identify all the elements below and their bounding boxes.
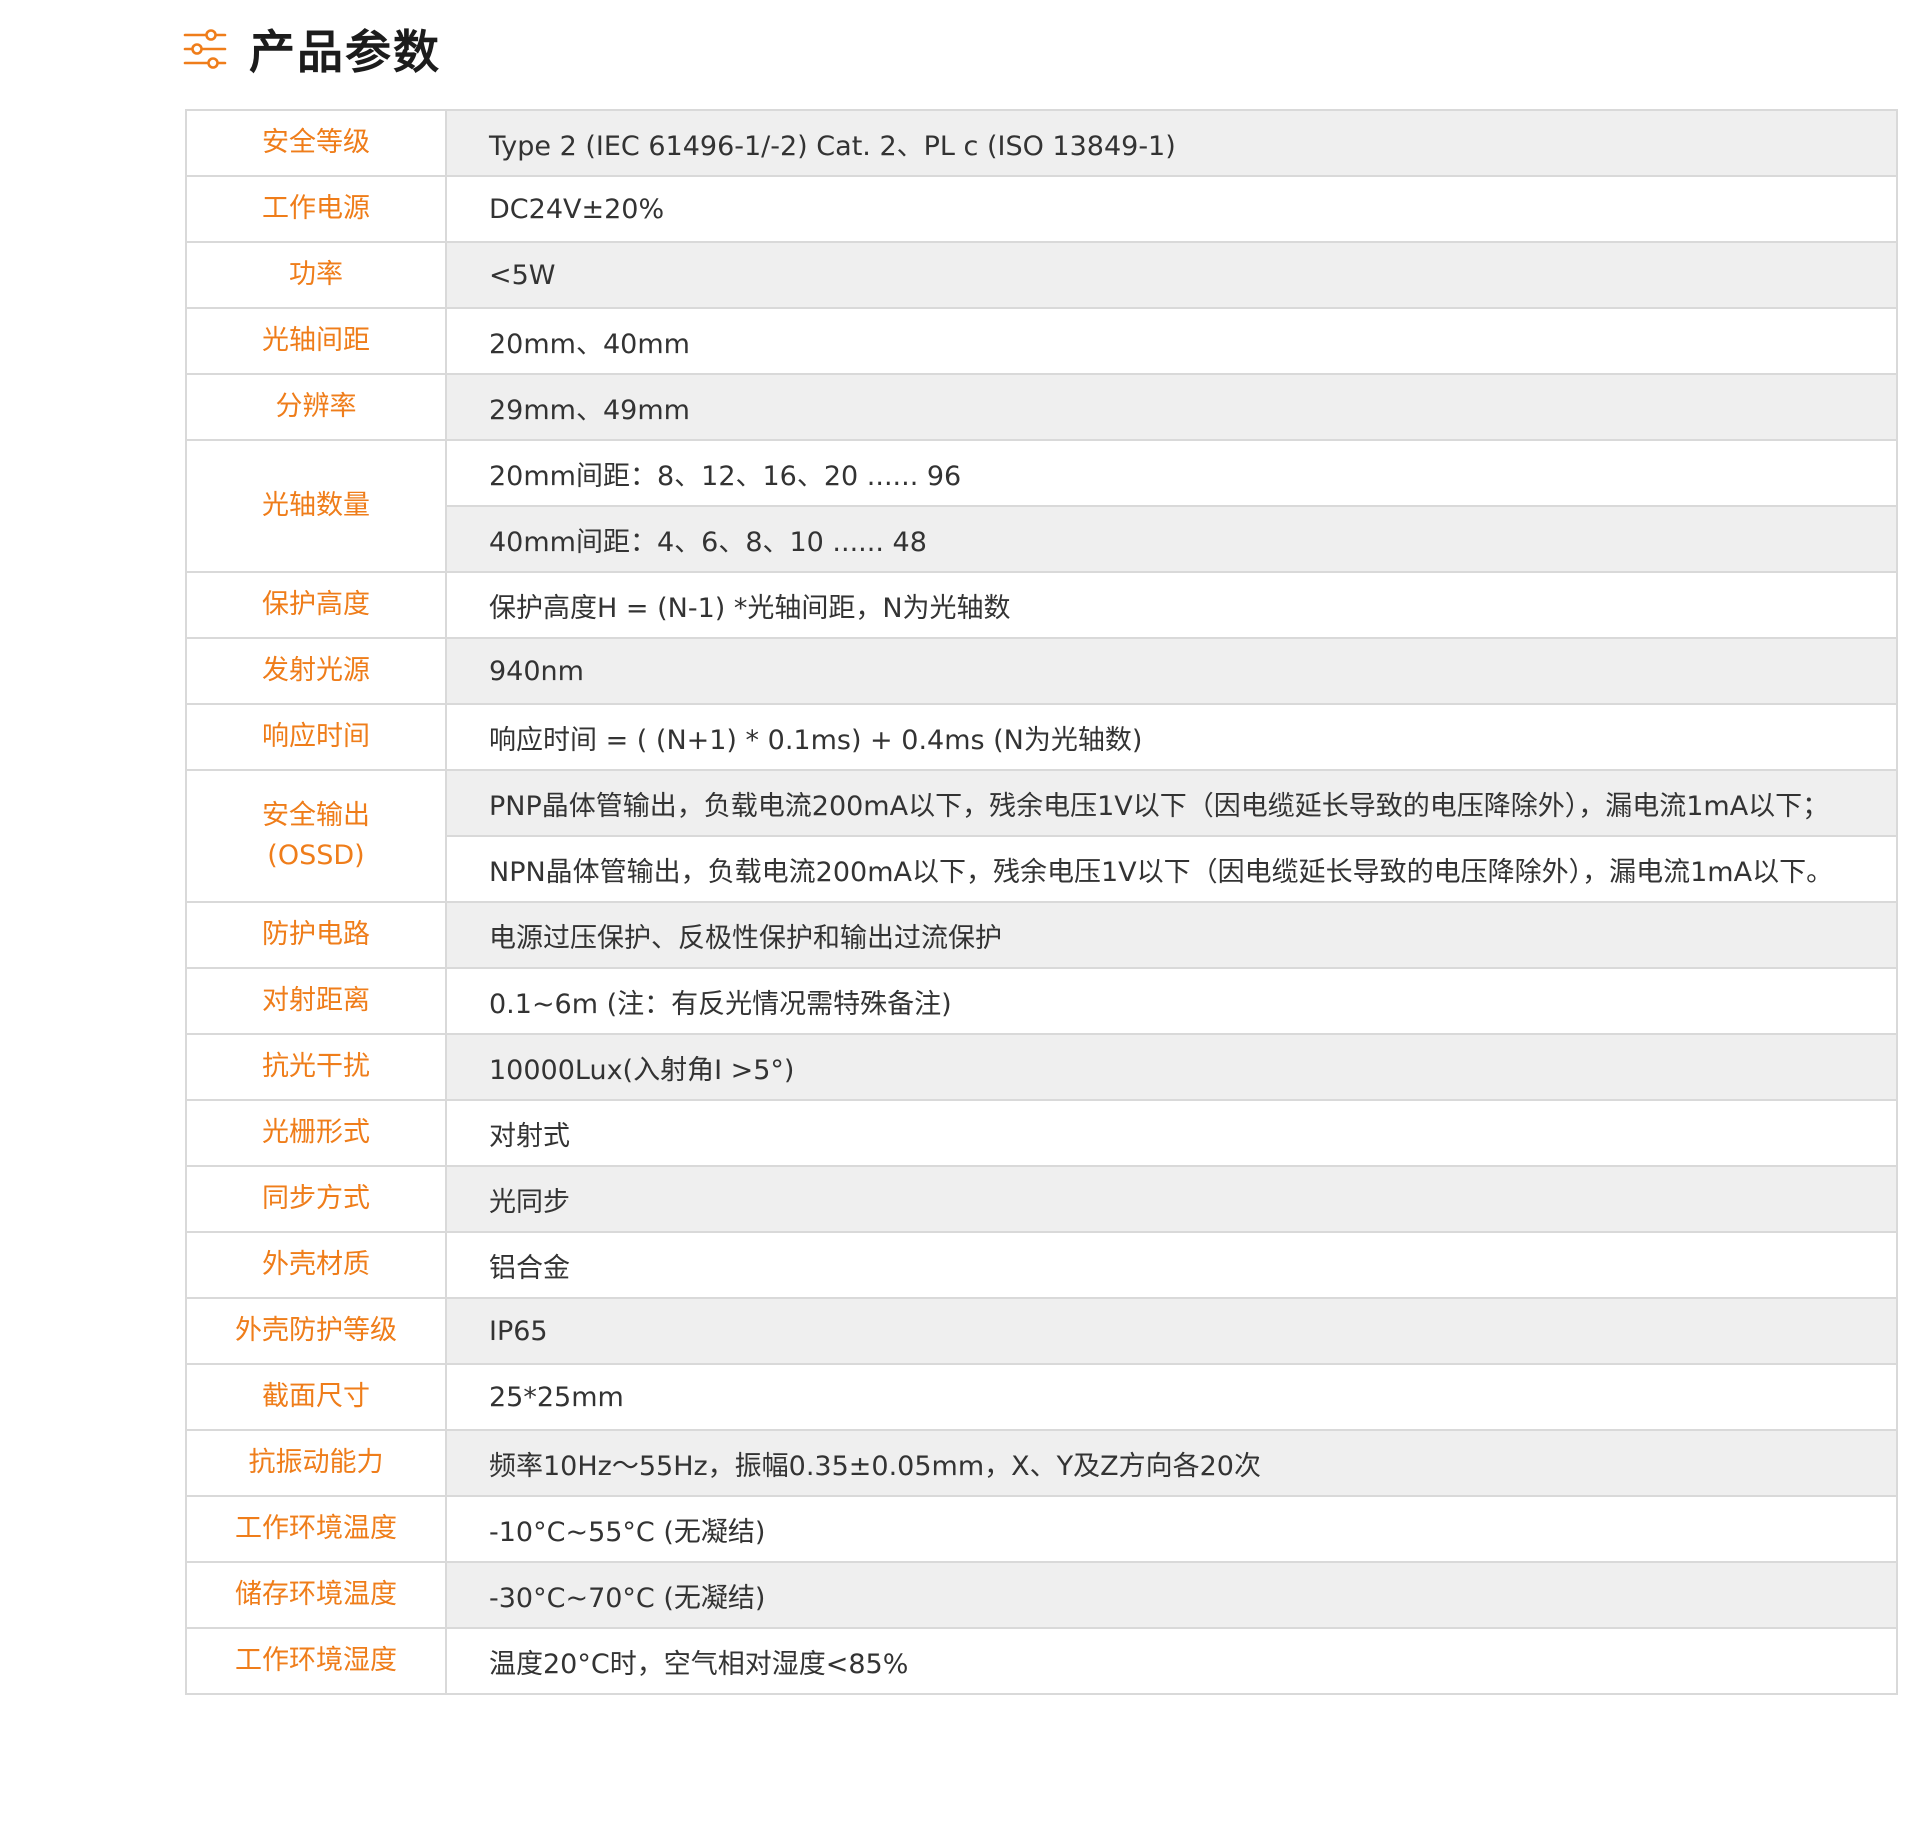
spec-label-text: 发射光源 [262,655,370,686]
spec-label: 光轴数量 [185,439,447,573]
spec-label-text: 工作环境湿度 [235,1645,397,1676]
spec-label: 储存环境温度 [185,1561,447,1629]
spec-value: NPN晶体管输出，负载电流200mA以下，残余电压1V以下（因电缆延长导致的电压… [445,835,1898,903]
spec-value: DC24V±20% [445,175,1898,243]
spec-label: 保护高度 [185,571,447,639]
spec-label: 抗光干扰 [185,1033,447,1101]
table-row: 截面尺寸 25*25mm [185,1363,1898,1431]
spec-label: 外壳防护等级 [185,1297,447,1365]
spec-value: 响应时间 = ( (N+1) * 0.1ms) + 0.4ms (N为光轴数) [445,703,1898,771]
spec-label: 工作电源 [185,175,447,243]
spec-value: -30°C~70°C (无凝结) [445,1561,1898,1629]
table-row: 分辨率 29mm、49mm [185,373,1898,441]
spec-label: 外壳材质 [185,1231,447,1299]
spec-label: 抗振动能力 [185,1429,447,1497]
table-row: 工作电源 DC24V±20% [185,175,1898,243]
spec-label-text: 对射距离 [262,985,370,1016]
spec-value: 20mm间距：8、12、16、20 ...... 96 [445,439,1898,507]
spec-value: -10°C~55°C (无凝结) [445,1495,1898,1563]
spec-label-text: 抗振动能力 [248,1447,384,1478]
spec-label: 功率 [185,241,447,309]
table-row: 储存环境温度 -30°C~70°C (无凝结) [185,1561,1898,1629]
spec-value: IP65 [445,1297,1898,1365]
table-row: 外壳材质 铝合金 [185,1231,1898,1299]
spec-label-subtext: (OSSD) [267,840,365,871]
table-row: 安全等级 Type 2 (IEC 61496-1/-2) Cat. 2、PL c … [185,109,1898,177]
table-row: 工作环境温度 -10°C~55°C (无凝结) [185,1495,1898,1563]
table-row: 保护高度 保护高度H = (N-1) *光轴间距，N为光轴数 [185,571,1898,639]
spec-value: 29mm、49mm [445,373,1898,441]
spec-value: 25*25mm [445,1363,1898,1431]
table-row: 响应时间 响应时间 = ( (N+1) * 0.1ms) + 0.4ms (N为光… [185,703,1898,771]
table-row: 发射光源 940nm [185,637,1898,705]
spec-label-text: 防护电路 [262,919,370,950]
table-row: 同步方式 光同步 [185,1165,1898,1233]
spec-label: 安全输出 (OSSD) [185,769,447,903]
spec-label-text: 响应时间 [262,721,370,752]
spec-table-body: 安全等级 Type 2 (IEC 61496-1/-2) Cat. 2、PL c … [185,109,1898,1695]
spec-label-text: 抗光干扰 [262,1051,370,1082]
spec-label: 分辨率 [185,373,447,441]
spec-label: 安全等级 [185,109,447,177]
spec-label: 响应时间 [185,703,447,771]
spec-label: 工作环境湿度 [185,1627,447,1695]
spec-value: 电源过压保护、反极性保护和输出过流保护 [445,901,1898,969]
spec-value: 对射式 [445,1099,1898,1167]
spec-value: 940nm [445,637,1898,705]
spec-label-text: 保护高度 [262,589,370,620]
table-row: 工作环境湿度 温度20°C时，空气相对湿度<85% [185,1627,1898,1695]
table-row: 光轴数量 20mm间距：8、12、16、20 ...... 96 [185,439,1898,573]
table-row: 安全输出 (OSSD) PNP晶体管输出，负载电流200mA以下，残余电压1V以下（… [185,769,1898,903]
table-row: 外壳防护等级 IP65 [185,1297,1898,1365]
spec-label-text: 光栅形式 [262,1117,370,1148]
sliders-icon [183,29,227,69]
spec-value: Type 2 (IEC 61496-1/-2) Cat. 2、PL c (ISO… [445,109,1898,177]
table-row: 抗光干扰 10000Lux(入射角I >5°) [185,1033,1898,1101]
spec-label: 同步方式 [185,1165,447,1233]
spec-label-text: 储存环境温度 [235,1579,397,1610]
spec-label-text: 功率 [289,259,343,290]
spec-label-text: 同步方式 [262,1183,370,1214]
table-row: 对射距离 0.1~6m (注：有反光情况需特殊备注) [185,967,1898,1035]
spec-value: <5W [445,241,1898,309]
spec-value: 10000Lux(入射角I >5°) [445,1033,1898,1101]
table-row: 防护电路 电源过压保护、反极性保护和输出过流保护 [185,901,1898,969]
spec-value: 温度20°C时，空气相对湿度<85% [445,1627,1898,1695]
table-row: 光轴间距 20mm、40mm [185,307,1898,375]
spec-label-text: 光轴数量 [262,490,370,521]
spec-value: 40mm间距：4、6、8、10 ...... 48 [445,505,1898,573]
spec-label-text: 分辨率 [275,391,357,422]
spec-value: 频率10Hz～55Hz，振幅0.35±0.05mm，X、Y及Z方向各20次 [445,1429,1898,1497]
spec-label: 光轴间距 [185,307,447,375]
spec-label-text: 安全等级 [262,127,370,158]
spec-label-text: 安全输出 [262,800,370,831]
spec-value: PNP晶体管输出，负载电流200mA以下，残余电压1V以下（因电缆延长导致的电压… [445,769,1898,837]
spec-label: 防护电路 [185,901,447,969]
spec-label-text: 工作环境温度 [235,1513,397,1544]
page-title: 产品参数 [249,25,441,79]
spec-table: 安全等级 Type 2 (IEC 61496-1/-2) Cat. 2、PL c … [185,109,1898,1695]
spec-label-text: 工作电源 [262,193,370,224]
spec-label-text: 截面尺寸 [262,1381,370,1412]
section-header: 产品参数 [183,14,441,84]
spec-label: 对射距离 [185,967,447,1035]
spec-label: 工作环境温度 [185,1495,447,1563]
table-row: 抗振动能力 频率10Hz～55Hz，振幅0.35±0.05mm，X、Y及Z方向各2… [185,1429,1898,1497]
spec-label-text: 外壳防护等级 [235,1315,397,1346]
table-row: 功率 <5W [185,241,1898,309]
spec-value: 0.1~6m (注：有反光情况需特殊备注) [445,967,1898,1035]
spec-label: 光栅形式 [185,1099,447,1167]
spec-value: 保护高度H = (N-1) *光轴间距，N为光轴数 [445,571,1898,639]
spec-label: 发射光源 [185,637,447,705]
table-row: 光栅形式 对射式 [185,1099,1898,1167]
spec-value: 20mm、40mm [445,307,1898,375]
spec-label: 截面尺寸 [185,1363,447,1431]
spec-value: 光同步 [445,1165,1898,1233]
spec-label-text: 外壳材质 [262,1249,370,1280]
spec-value: 铝合金 [445,1231,1898,1299]
spec-label-text: 光轴间距 [262,325,370,356]
